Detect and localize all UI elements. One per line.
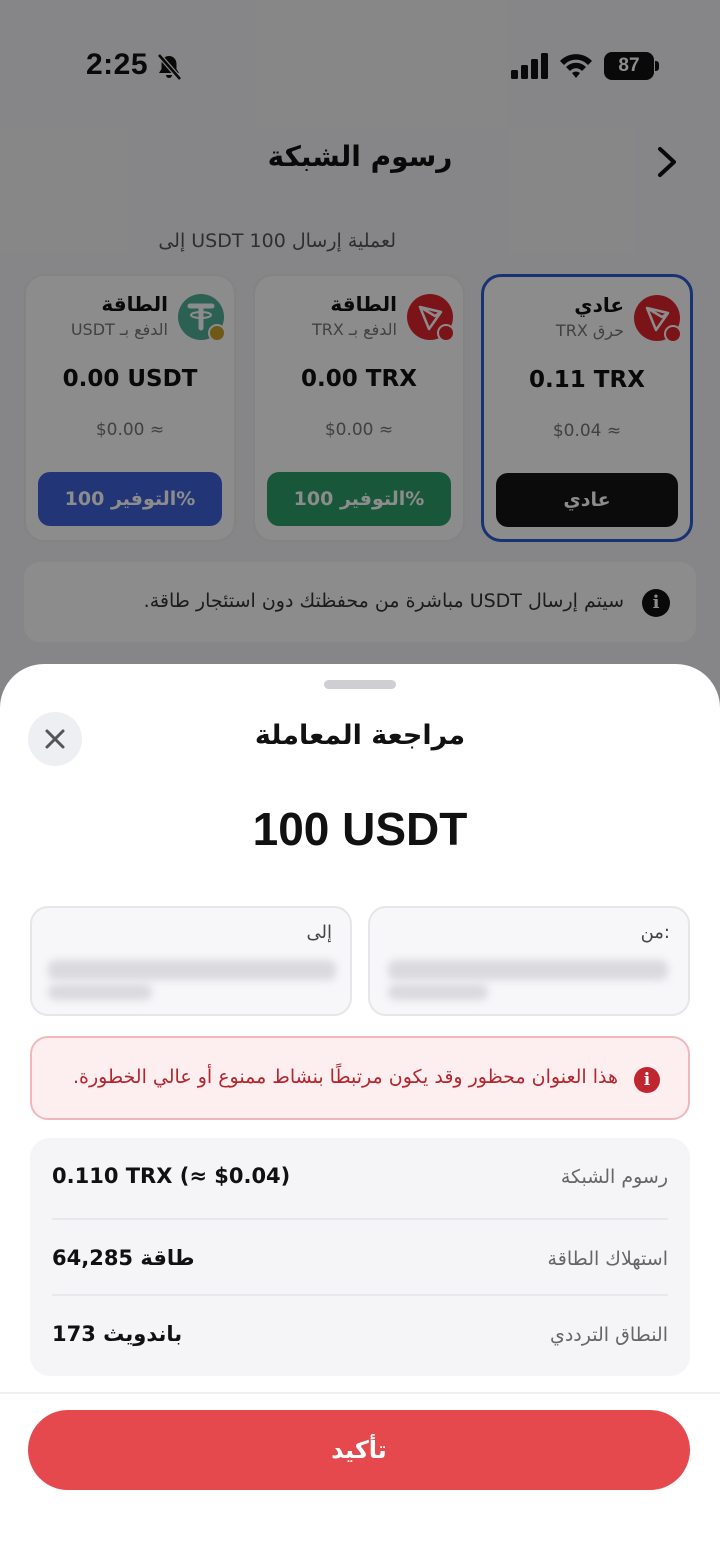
detail-value: 0.110 TRX (≈ $0.04) xyxy=(52,1164,291,1188)
divider xyxy=(0,1392,720,1394)
to-label: إلى xyxy=(306,922,333,943)
from-label: من: xyxy=(640,922,670,943)
detail-value: 64,285 طاقة xyxy=(52,1246,195,1270)
from-address-blurred xyxy=(388,960,668,980)
review-transaction-sheet: مراجعة المعاملة 100 USDT من: إلى i هذا ا… xyxy=(0,664,720,1563)
to-address-blurred xyxy=(48,960,336,980)
warning-icon: i xyxy=(634,1067,660,1093)
transfer-amount: 100 USDT xyxy=(252,803,468,855)
warning-text: هذا العنوان محظور وقد يكون مرتبطًا بنشاط… xyxy=(72,1066,618,1088)
risk-warning: i هذا العنوان محظور وقد يكون مرتبطًا بنش… xyxy=(30,1036,690,1120)
fee-details: رسوم الشبكة 0.110 TRX (≈ $0.04) استهلاك … xyxy=(30,1138,690,1376)
detail-label: رسوم الشبكة xyxy=(560,1166,668,1188)
sheet-title: مراجعة المعاملة xyxy=(254,720,466,751)
detail-row-network-fee: رسوم الشبكة 0.110 TRX (≈ $0.04) xyxy=(52,1138,668,1214)
detail-label: استهلاك الطاقة xyxy=(547,1248,668,1270)
confirm-button[interactable]: تأكيد xyxy=(28,1410,690,1490)
detail-row-bandwidth: النطاق الترددي 173 باندويث xyxy=(52,1294,668,1370)
to-address-box: إلى xyxy=(30,906,352,1016)
sheet-grabber[interactable] xyxy=(324,680,396,689)
detail-value: 173 باندويث xyxy=(52,1322,183,1346)
from-address-box: من: xyxy=(368,906,690,1016)
detail-row-energy: استهلاك الطاقة 64,285 طاقة xyxy=(52,1218,668,1294)
detail-label: النطاق الترددي xyxy=(549,1324,668,1346)
